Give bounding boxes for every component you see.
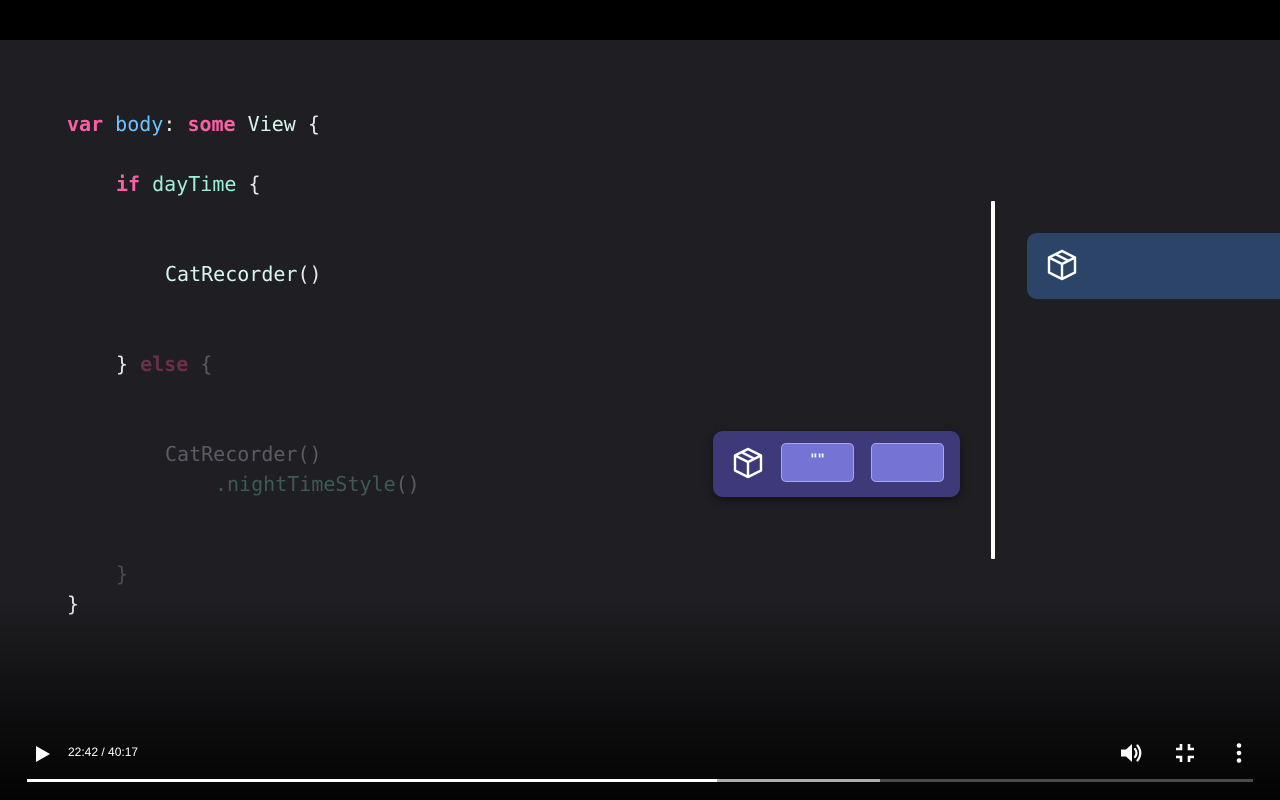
code-line: CatRecorder() <box>165 442 322 466</box>
more-options-icon[interactable] <box>1226 740 1252 766</box>
code-line: .nightTimeStyle() <box>215 472 420 496</box>
code-token: } <box>67 592 80 616</box>
code-token: () <box>297 262 322 286</box>
vertical-divider <box>991 201 995 559</box>
time-display: 22:42 / 40:17 <box>68 745 139 759</box>
code-token: : <box>163 112 188 136</box>
code-token: { <box>236 172 261 196</box>
code-token: if <box>116 172 141 196</box>
seek-bar[interactable] <box>27 779 1253 782</box>
code-token: else <box>140 352 189 376</box>
code-token: dayTime <box>152 172 237 196</box>
code-token: } <box>116 352 141 376</box>
string-slot: "" <box>781 443 854 482</box>
video-frame[interactable]: var body: some View { if dayTime { CatRe… <box>0 40 1280 800</box>
code-line: if dayTime { <box>116 172 261 196</box>
code-token: CatRecorder <box>165 442 298 466</box>
cube-icon <box>1047 249 1077 281</box>
code-line: CatRecorder() <box>165 262 322 286</box>
play-icon[interactable] <box>30 742 54 766</box>
modifier-slot <box>871 443 944 482</box>
catrecorder-view-card: "" <box>713 431 960 497</box>
code-token: var <box>67 112 104 136</box>
code-token: body <box>115 112 164 136</box>
code-line: } <box>116 562 128 586</box>
code-token: { <box>295 112 320 136</box>
code-token: () <box>395 472 420 496</box>
code-line: } else { <box>116 352 212 376</box>
code-token: CatRecorder <box>165 262 298 286</box>
code-token: } <box>116 562 129 586</box>
code-token: .nightTimeStyle <box>215 472 396 496</box>
view-node-panel <box>1027 233 1280 299</box>
cube-icon <box>733 447 763 479</box>
code-token: () <box>297 442 322 466</box>
top-letterbox-bar <box>0 0 1280 40</box>
code-token: View <box>247 112 296 136</box>
code-line: var body: some View { <box>67 112 320 136</box>
exit-fullscreen-icon[interactable] <box>1172 740 1198 766</box>
player-controls: 22:42 / 40:17 <box>0 730 1280 800</box>
code-line: } <box>67 592 79 616</box>
played-progress <box>27 779 717 782</box>
code-token: some <box>187 112 236 136</box>
code-token: { <box>188 352 213 376</box>
volume-icon[interactable] <box>1118 740 1144 766</box>
